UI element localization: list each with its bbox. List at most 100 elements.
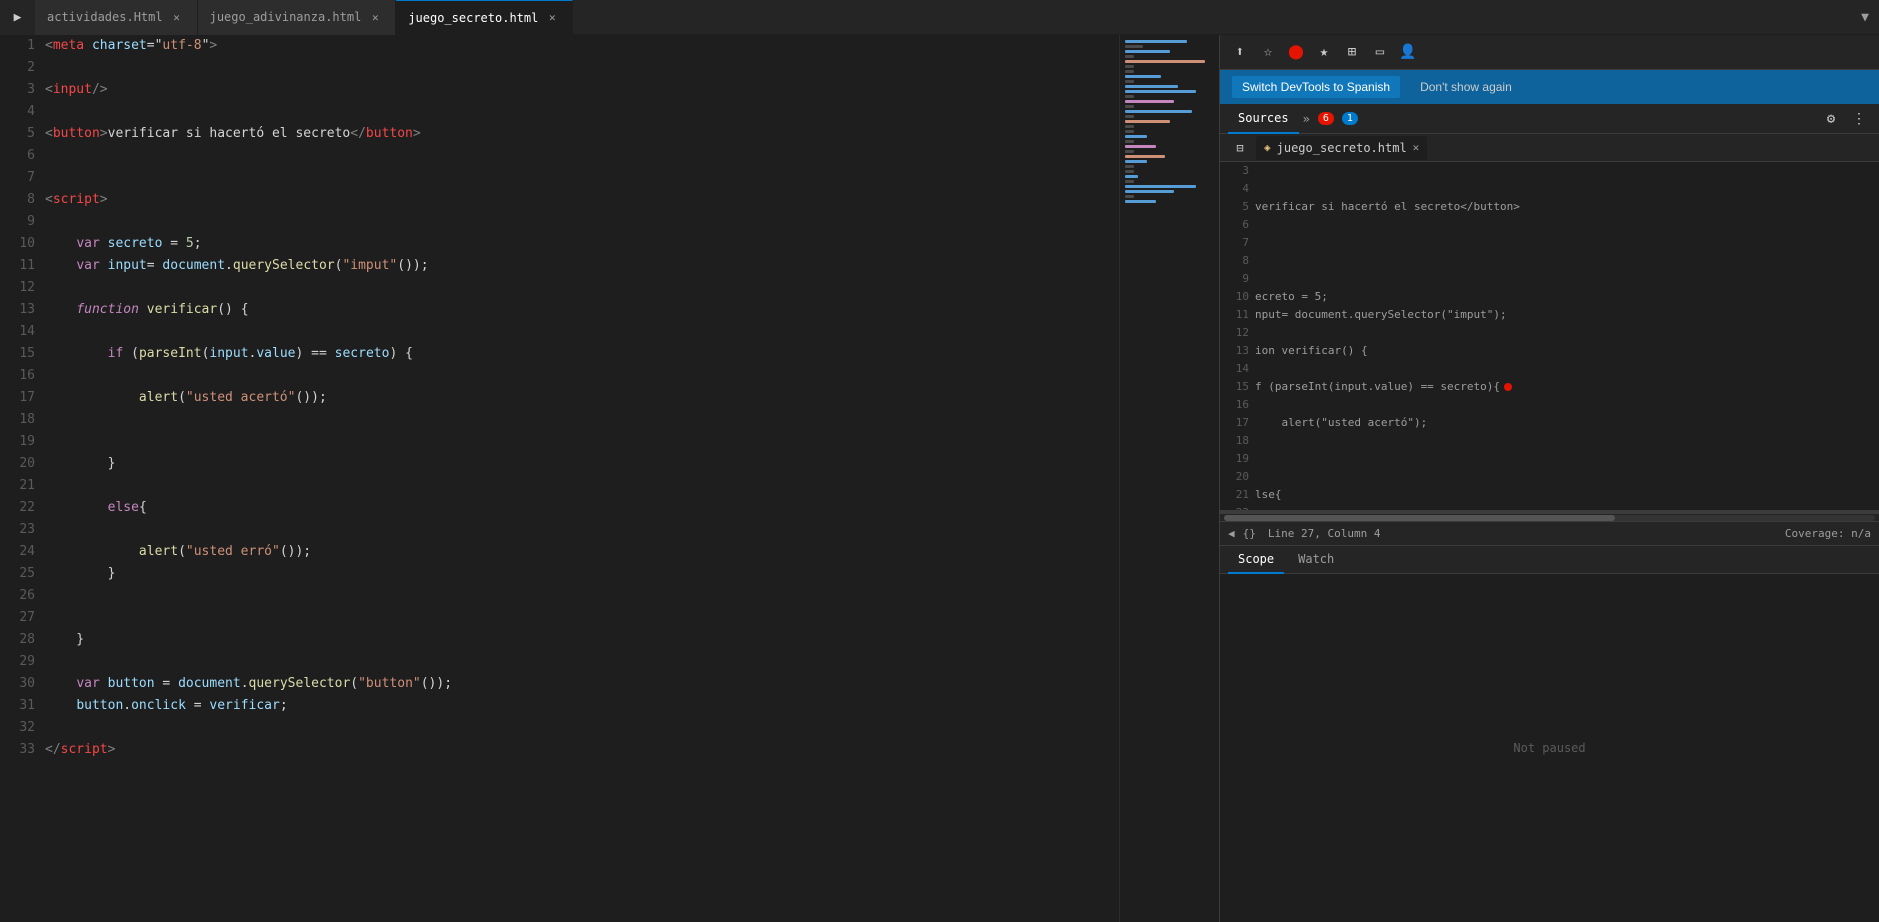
code-line[interactable]: var button = document.querySelector("but…	[45, 673, 1099, 695]
play-button[interactable]: ▶	[0, 0, 35, 35]
tab-juego-secreto[interactable]: juego_secreto.html ✕	[396, 0, 573, 35]
record-icon[interactable]: ⬤	[1284, 40, 1308, 64]
user-icon[interactable]: 👤	[1396, 40, 1420, 64]
code-line[interactable]	[45, 585, 1099, 607]
line-number: 8	[8, 189, 35, 211]
code-line[interactable]	[45, 101, 1099, 123]
devtools-settings: ⚙ ⋮	[1819, 107, 1871, 131]
code-line[interactable]	[45, 277, 1099, 299]
minimap[interactable]	[1119, 35, 1219, 922]
line-number: 29	[8, 651, 35, 673]
mini-line-number: 3	[1226, 162, 1249, 180]
code-line[interactable]	[45, 321, 1099, 343]
mini-line-number: 20	[1226, 468, 1249, 486]
code-line[interactable]	[45, 607, 1099, 629]
mini-line-number: 5	[1226, 198, 1249, 216]
code-line[interactable]	[45, 365, 1099, 387]
code-line[interactable]: }	[45, 629, 1099, 651]
mini-code-line	[1255, 360, 1879, 378]
mini-code-content[interactable]: verificar si hacertó el secreto</button>…	[1255, 162, 1879, 510]
mini-code-line	[1255, 432, 1879, 450]
mini-line-number: 18	[1226, 432, 1249, 450]
tab-juego-adivinanza[interactable]: juego_adivinanza.html ✕	[198, 0, 397, 35]
line-number: 21	[8, 475, 35, 497]
code-line[interactable]: <meta charset="utf-8">	[45, 35, 1099, 57]
minimap-content	[1120, 35, 1219, 210]
tab-label: juego_secreto.html	[408, 11, 538, 25]
tab-actividades[interactable]: actividades.Html ✕	[35, 0, 198, 35]
code-line[interactable]	[45, 651, 1099, 673]
mini-code-line	[1255, 396, 1879, 414]
code-line[interactable]: </script>	[45, 739, 1099, 761]
code-line[interactable]	[45, 145, 1099, 167]
line-number: 7	[8, 167, 35, 189]
dont-show-btn[interactable]: Don't show again	[1410, 76, 1522, 98]
file-browser-icon[interactable]: ⊟	[1228, 136, 1252, 160]
tab-overflow-button[interactable]: ▼	[1851, 10, 1879, 25]
sources-file-tab: ⊟ ◈ juego_secreto.html ✕	[1220, 134, 1879, 162]
code-line[interactable]	[45, 57, 1099, 79]
code-line[interactable]: function verificar() {	[45, 299, 1099, 321]
code-line[interactable]: }	[45, 563, 1099, 585]
code-line[interactable]: alert("usted acertó"());	[45, 387, 1099, 409]
bookmark-icon[interactable]: ★	[1312, 40, 1336, 64]
window-icon[interactable]: ▭	[1368, 40, 1392, 64]
code-line[interactable]: alert("usted erró"());	[45, 541, 1099, 563]
code-line[interactable]: var secreto = 5;	[45, 233, 1099, 255]
more-tabs-btn[interactable]: »	[1303, 112, 1310, 126]
errors-badge: 6	[1318, 112, 1334, 125]
mini-line-number: 11	[1226, 306, 1249, 324]
collapse-sources-btn[interactable]: ◀	[1228, 527, 1235, 540]
line-number: 26	[8, 585, 35, 607]
mini-line-number: 10	[1226, 288, 1249, 306]
code-line[interactable]	[45, 409, 1099, 431]
code-line[interactable]: button.onclick = verificar;	[45, 695, 1099, 717]
main-area: 1234567891011121314151617181920212223242…	[0, 35, 1879, 922]
code-line[interactable]	[45, 167, 1099, 189]
mini-line-number: 16	[1226, 396, 1249, 414]
code-line[interactable]: if (parseInt(input.value) == secreto) {	[45, 343, 1099, 365]
code-line[interactable]	[45, 211, 1099, 233]
tab-label: juego_adivinanza.html	[210, 10, 362, 24]
code-container[interactable]: 1234567891011121314151617181920212223242…	[0, 35, 1119, 922]
editor-area: 1234567891011121314151617181920212223242…	[0, 35, 1119, 922]
mini-line-numbers: 3456789101112131415161718192021222324252…	[1220, 162, 1255, 510]
mini-line-number: 9	[1226, 270, 1249, 288]
watch-tab[interactable]: Watch	[1288, 546, 1344, 574]
line-number: 14	[8, 321, 35, 343]
close-file-tab-btn[interactable]: ✕	[1413, 141, 1420, 154]
tab-close-juego-adivinanza[interactable]: ✕	[367, 9, 383, 25]
grid-icon[interactable]: ⊞	[1340, 40, 1364, 64]
scope-watch-tabs: Scope Watch	[1220, 546, 1879, 574]
line-number: 11	[8, 255, 35, 277]
tab-label: actividades.Html	[47, 10, 163, 24]
mini-code-area[interactable]: 3456789101112131415161718192021222324252…	[1220, 162, 1879, 510]
more-icon[interactable]: ⋮	[1847, 107, 1871, 131]
star-icon[interactable]: ☆	[1256, 40, 1280, 64]
share-icon[interactable]: ⬆	[1228, 40, 1252, 64]
settings-icon[interactable]: ⚙	[1819, 107, 1843, 131]
mini-line-number: 12	[1226, 324, 1249, 342]
code-line[interactable]: <button>verificar si hacertó el secreto<…	[45, 123, 1099, 145]
sources-file-item[interactable]: ◈ juego_secreto.html ✕	[1256, 136, 1427, 160]
tab-close-actividades[interactable]: ✕	[169, 9, 185, 25]
code-line[interactable]	[45, 717, 1099, 739]
tab-sources[interactable]: Sources	[1228, 104, 1299, 134]
mini-line-number: 15	[1226, 378, 1249, 396]
switch-devtools-btn[interactable]: Switch DevTools to Spanish	[1232, 76, 1400, 98]
code-line[interactable]	[45, 519, 1099, 541]
code-lines[interactable]: <meta charset="utf-8"> <input/> <button>…	[45, 35, 1119, 922]
mini-line-number: 4	[1226, 180, 1249, 198]
code-line[interactable]: <script>	[45, 189, 1099, 211]
code-line[interactable]: var input= document.querySelector("imput…	[45, 255, 1099, 277]
code-line[interactable]	[45, 431, 1099, 453]
code-line[interactable]: }	[45, 453, 1099, 475]
scope-tab[interactable]: Scope	[1228, 546, 1284, 574]
code-line[interactable]: <input/>	[45, 79, 1099, 101]
line-number: 4	[8, 101, 35, 123]
code-line[interactable]: else{	[45, 497, 1099, 519]
code-line[interactable]	[45, 475, 1099, 497]
mini-line-number: 17	[1226, 414, 1249, 432]
format-icon[interactable]: {}	[1243, 527, 1256, 540]
tab-close-juego-secreto[interactable]: ✕	[544, 10, 560, 26]
